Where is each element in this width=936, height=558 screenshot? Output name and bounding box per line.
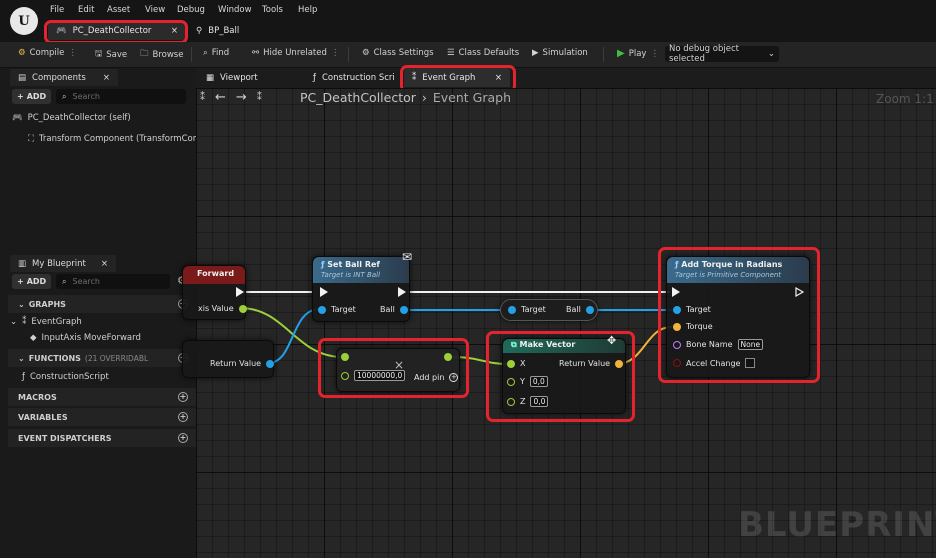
x-pin[interactable]: X — [507, 359, 525, 368]
object-pin-icon — [585, 305, 594, 314]
exec-out-pin[interactable] — [795, 287, 805, 300]
z-pin[interactable]: Z 0,0 — [507, 396, 549, 407]
struct-icon: ⧉ — [511, 340, 520, 349]
pin-label: Ball — [380, 305, 395, 314]
breadcrumb-leaf[interactable]: Event Graph — [433, 90, 511, 105]
float-pin-icon — [507, 359, 515, 368]
plus-icon: + — [449, 373, 459, 382]
blueprint-watermark: BLUEPRINT — [738, 505, 936, 545]
node-header: Forward — [183, 266, 245, 284]
exec-outline-icon — [795, 287, 805, 297]
pin-label: Torque — [686, 322, 713, 331]
forward-arrow-icon[interactable]: → — [236, 90, 247, 105]
target-pin[interactable]: Target — [673, 305, 711, 314]
exec-out-pin[interactable] — [398, 287, 406, 300]
node-title: ƒ Add Torque in Radians — [675, 260, 801, 269]
add-pin-button[interactable]: Add pin + — [414, 373, 459, 382]
multiplier-pin[interactable]: 10000000,0 — [341, 370, 406, 381]
pin-label: xis Value — [198, 304, 234, 313]
pin-label: Target — [521, 305, 546, 314]
node-title: ƒ Set Ball Ref — [321, 260, 401, 269]
float-pin-icon — [341, 371, 349, 380]
y-value-input[interactable]: 0,0 — [529, 376, 548, 387]
exec-in-pin[interactable] — [320, 287, 328, 300]
zoom-level: Zoom 1:1 — [876, 92, 934, 106]
float-pin-icon — [444, 353, 452, 361]
float-wire — [451, 356, 508, 365]
axis-value-pin[interactable]: xis Value — [198, 304, 247, 313]
return-value-pin[interactable]: Return Value — [559, 359, 624, 368]
pin-label: Return Value — [210, 359, 262, 368]
node-title: Forward — [197, 269, 235, 278]
accel-change-pin[interactable]: Accel Change — [673, 358, 756, 368]
bone-name-pin[interactable]: Bone Name None — [673, 339, 764, 350]
object-pin-icon — [508, 305, 516, 314]
y-pin[interactable]: Y 0,0 — [507, 376, 548, 387]
target-pin[interactable]: Target — [508, 305, 546, 314]
object-pin-icon — [673, 305, 681, 314]
pin-label: Return Value — [559, 359, 611, 368]
node-header: ƒ Set Ball Ref Target is INT Ball — [313, 257, 409, 283]
graph-nav: ⁑ ← → ⁑ — [200, 90, 262, 105]
move-cursor-icon: ✥ — [607, 334, 617, 347]
ball-out-pin[interactable]: Ball — [380, 305, 408, 314]
torque-pin[interactable]: Torque — [673, 322, 713, 331]
float-pin-icon — [238, 304, 247, 313]
breadcrumb: PC_DeathCollector › Event Graph — [300, 90, 511, 105]
back-arrow-icon[interactable]: ← — [215, 90, 226, 105]
object-pin-icon — [399, 305, 408, 314]
object-pin-icon — [318, 305, 326, 314]
breadcrumb-root[interactable]: PC_DeathCollector — [300, 90, 416, 105]
accel-change-checkbox[interactable] — [745, 358, 756, 368]
object-pin-icon — [266, 359, 275, 368]
bool-pin-icon — [673, 359, 681, 367]
multiplier-value-input[interactable]: 10000000,0 — [354, 370, 406, 381]
bone-name-input[interactable]: None — [737, 339, 764, 350]
pin-label: Target — [331, 305, 356, 314]
ball-out-pin[interactable]: Ball — [566, 305, 594, 314]
pin-label: Bone Name — [686, 340, 733, 349]
breadcrumb-separator: › — [421, 90, 427, 105]
title-text: Make Vector — [519, 340, 576, 349]
node-header: ƒ Add Torque in Radians Target is Primit… — [667, 257, 809, 283]
pin-label: Z — [520, 397, 526, 406]
exec-in-pin[interactable] — [672, 287, 680, 300]
exec-out-pin[interactable] — [236, 287, 244, 300]
float-pin-icon — [507, 397, 515, 406]
target-pin[interactable]: Target — [318, 305, 356, 314]
name-pin-icon — [673, 340, 681, 349]
exec-pin-icon — [320, 287, 328, 297]
node-subtitle: Target is INT Ball — [321, 271, 381, 279]
node-subtitle: Target is Primitive Component — [675, 271, 782, 279]
float-out-pin[interactable] — [444, 353, 452, 364]
z-value-input[interactable]: 0,0 — [530, 396, 549, 407]
pin-label: Accel Change — [686, 358, 741, 368]
exec-pin-icon — [398, 287, 406, 297]
float-in-pin[interactable] — [341, 353, 349, 364]
exec-pin-icon — [236, 287, 244, 297]
vector-pin-icon — [673, 322, 681, 331]
title-text: Set Ball Ref — [327, 260, 380, 269]
vector-pin-icon — [615, 359, 624, 368]
pin-label: Y — [520, 377, 525, 386]
float-pin-icon — [507, 377, 515, 386]
return-value-pin[interactable]: Return Value — [210, 359, 275, 368]
title-text: Add Torque in Radians — [681, 260, 783, 269]
pin-label: X — [520, 359, 526, 368]
envelope-icon: ✉ — [402, 250, 413, 264]
pin-label: Target — [686, 305, 711, 314]
pin-label: Ball — [566, 305, 581, 314]
float-pin-icon — [341, 353, 349, 361]
graph-icon: ⁑ — [256, 92, 262, 103]
pin-label: Add pin — [414, 373, 445, 382]
graph-icon[interactable]: ⁑ — [200, 92, 205, 103]
exec-pin-icon — [672, 287, 680, 297]
